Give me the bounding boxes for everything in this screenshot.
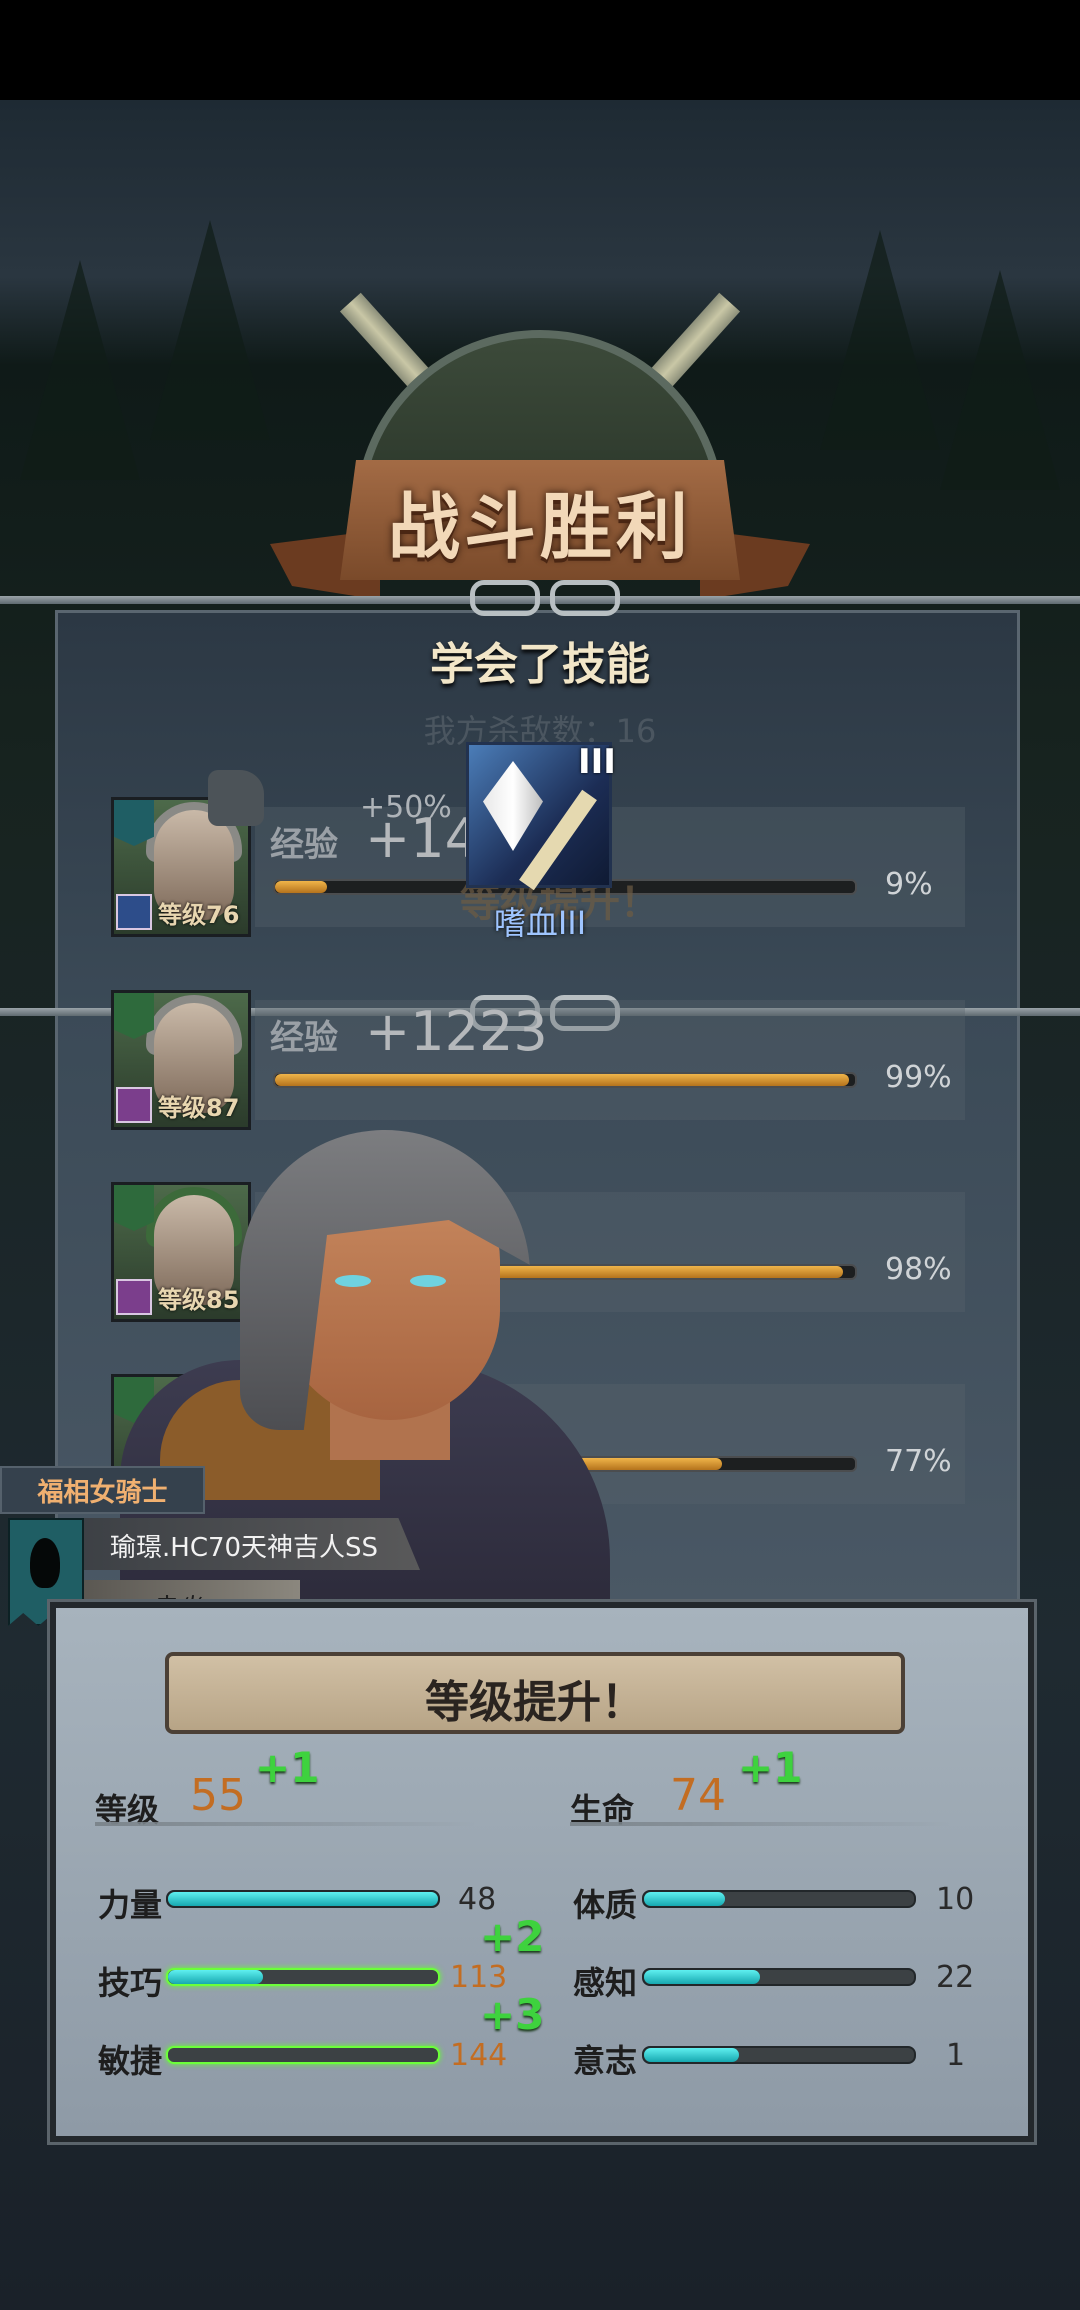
exp-gain: +1223: [365, 1000, 548, 1063]
exp-percent: 9%: [885, 867, 933, 902]
exp-label: 经验: [270, 825, 338, 865]
member-portrait[interactable]: 等级87: [111, 990, 251, 1130]
thumbs-up-icon: [208, 770, 264, 826]
level-underline: [95, 1822, 475, 1826]
character-name: 瑜璟.HC70天神吉人SS: [110, 1533, 379, 1563]
level-up-title: 等级提升！: [425, 1677, 645, 1728]
agility-value: 144: [450, 2038, 508, 2073]
exp-bonus: +50%: [360, 790, 452, 825]
willpower-value: 1: [946, 2038, 966, 2073]
exp-percent: 98%: [885, 1252, 952, 1287]
learned-skill-label: 学会了技能: [430, 639, 650, 690]
exp-progress-bar: [273, 1072, 857, 1088]
constitution-label: 体质: [573, 1886, 638, 1924]
level-plus: +1: [255, 1743, 320, 1792]
strength-label: 力量: [98, 1886, 163, 1924]
character-class: 福相女骑士: [37, 1478, 168, 1508]
skill-bar: [166, 1968, 440, 1986]
member-level: 等级76: [158, 901, 240, 929]
perception-bar: [642, 1968, 916, 1986]
skill-label: 技巧: [98, 1964, 163, 2002]
hp-underline: [570, 1822, 950, 1826]
skill-name: 嗜血III: [493, 904, 587, 942]
ornament-knot-icon: [440, 570, 640, 620]
willpower-label: 意志: [573, 2042, 638, 2080]
willpower-bar: [642, 2046, 916, 2064]
exp-label: 经验: [270, 1018, 338, 1058]
victory-title: 战斗胜利: [387, 485, 692, 569]
agility-label: 敏捷: [98, 2042, 163, 2080]
party-row-2: 等级87 经验 +1223 99%: [55, 990, 965, 1130]
skill-tier: III: [578, 742, 616, 782]
constitution-bar: [642, 1890, 916, 1908]
agility-plus: +3: [480, 1990, 545, 2039]
constitution-value: 10: [936, 1882, 975, 1917]
perception-label: 感知: [573, 1964, 638, 2002]
member-level: 等级87: [158, 1094, 240, 1122]
strength-bar: [166, 1890, 440, 1908]
exp-percent: 99%: [885, 1060, 952, 1095]
agility-bar: [166, 2046, 440, 2064]
perception-value: 22: [936, 1960, 975, 1995]
hp-plus: +1: [738, 1743, 803, 1792]
exp-percent: 77%: [885, 1444, 952, 1479]
hp-value: 74: [670, 1770, 726, 1821]
level-value: 55: [190, 1770, 246, 1821]
skill-plus: +2: [480, 1912, 545, 1961]
